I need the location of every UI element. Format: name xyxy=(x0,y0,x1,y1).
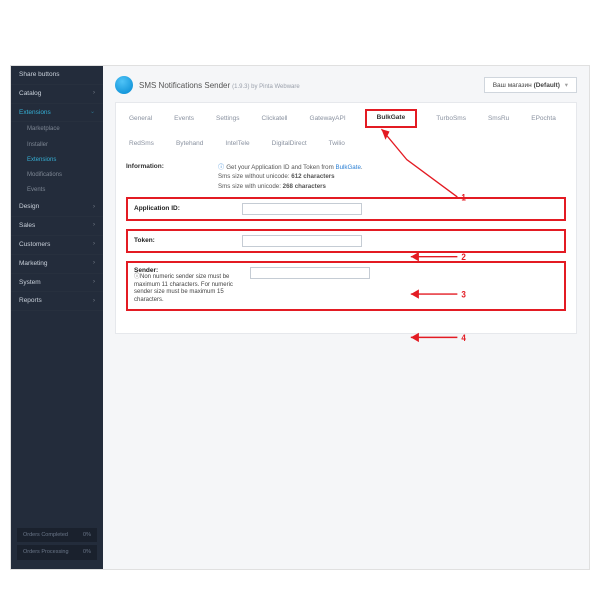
sidebar-sub-extensions[interactable]: Extensions xyxy=(11,153,103,168)
main-content: SMS Notifications Sender (1.9.3) by Pint… xyxy=(103,66,589,569)
token-input[interactable] xyxy=(242,235,362,247)
sidebar-sub-modifications[interactable]: Modifications xyxy=(11,168,103,183)
sidebar-item-design[interactable]: Design› xyxy=(11,198,103,217)
info-icon: ⓘ xyxy=(218,163,224,172)
info-value: ⓘGet your Application ID and Token from … xyxy=(218,163,566,191)
tab-bytehand[interactable]: Bytehand xyxy=(173,138,206,149)
tab-clickatell[interactable]: Clickatell xyxy=(259,113,291,124)
sidebar: Share buttons Catalog› Extensions⌄ Marke… xyxy=(11,66,103,569)
sidebar-item-marketing[interactable]: Marketing› xyxy=(11,255,103,274)
application-id-input[interactable] xyxy=(242,203,362,215)
sender-input[interactable] xyxy=(250,267,370,279)
info-row: Information: ⓘGet your Application ID an… xyxy=(126,157,566,197)
tab-general[interactable]: General xyxy=(126,113,155,124)
chevron-right-icon: › xyxy=(93,279,95,286)
sidebar-sub-marketplace[interactable]: Marketplace xyxy=(11,122,103,137)
tab-gatewayapi[interactable]: GatewayAPI xyxy=(307,113,349,124)
sidebar-sub-events[interactable]: Events xyxy=(11,183,103,198)
sidebar-sub-installer[interactable]: Installer xyxy=(11,138,103,153)
sender-label: Sender: xyxy=(134,267,234,274)
tab-bulkgate[interactable]: BulkGate xyxy=(365,109,418,128)
tab-redsms[interactable]: RedSms xyxy=(126,138,157,149)
bulkgate-link[interactable]: BulkGate xyxy=(335,164,360,171)
token-label: Token: xyxy=(134,237,234,244)
sidebar-item-reports[interactable]: Reports› xyxy=(11,292,103,311)
sidebar-footer: Orders Completed0% Orders Processing0% xyxy=(11,522,103,569)
tab-turbosms[interactable]: TurboSms xyxy=(433,113,469,124)
orders-processing: Orders Processing0% xyxy=(17,545,97,560)
chevron-down-icon: ⌄ xyxy=(90,109,95,116)
settings-panel: General Events Settings Clickatell Gatew… xyxy=(115,102,577,334)
chevron-down-icon: ▾ xyxy=(565,82,568,89)
module-logo-icon xyxy=(115,76,133,94)
tab-epochta[interactable]: EPochta xyxy=(528,113,559,124)
sidebar-item-catalog[interactable]: Catalog› xyxy=(11,85,103,104)
token-group: Token: xyxy=(126,229,566,253)
provider-tabs: General Events Settings Clickatell Gatew… xyxy=(126,111,566,157)
chevron-right-icon: › xyxy=(93,241,95,248)
chevron-right-icon: › xyxy=(93,90,95,97)
tab-events[interactable]: Events xyxy=(171,113,197,124)
tab-twilio[interactable]: Twilio xyxy=(326,138,348,149)
application-id-label: Application ID: xyxy=(134,205,234,212)
store-select[interactable]: Ваш магазин (Default) ▾ xyxy=(484,77,577,93)
sidebar-item-customers[interactable]: Customers› xyxy=(11,236,103,255)
sidebar-item-share[interactable]: Share buttons xyxy=(11,66,103,85)
application-id-group: Application ID: xyxy=(126,197,566,221)
tab-settings[interactable]: Settings xyxy=(213,113,243,124)
sender-help: ⓘNon numeric sender size must be maximum… xyxy=(134,274,234,305)
info-label: Information: xyxy=(126,163,218,170)
sender-group: Sender: ⓘNon numeric sender size must be… xyxy=(126,261,566,311)
sidebar-item-extensions[interactable]: Extensions⌄ xyxy=(11,104,103,123)
chevron-right-icon: › xyxy=(93,260,95,267)
sidebar-item-sales[interactable]: Sales› xyxy=(11,217,103,236)
tab-smsru[interactable]: SmsRu xyxy=(485,113,512,124)
page-title: SMS Notifications Sender (1.9.3) by Pint… xyxy=(139,81,478,90)
chevron-right-icon: › xyxy=(93,222,95,229)
orders-completed: Orders Completed0% xyxy=(17,528,97,543)
page-header: SMS Notifications Sender (1.9.3) by Pint… xyxy=(115,76,577,94)
tab-digitaldirect[interactable]: DigitalDirect xyxy=(269,138,310,149)
sidebar-item-system[interactable]: System› xyxy=(11,274,103,293)
tab-inteltele[interactable]: IntelTele xyxy=(222,138,252,149)
chevron-right-icon: › xyxy=(93,204,95,211)
chevron-right-icon: › xyxy=(93,298,95,305)
